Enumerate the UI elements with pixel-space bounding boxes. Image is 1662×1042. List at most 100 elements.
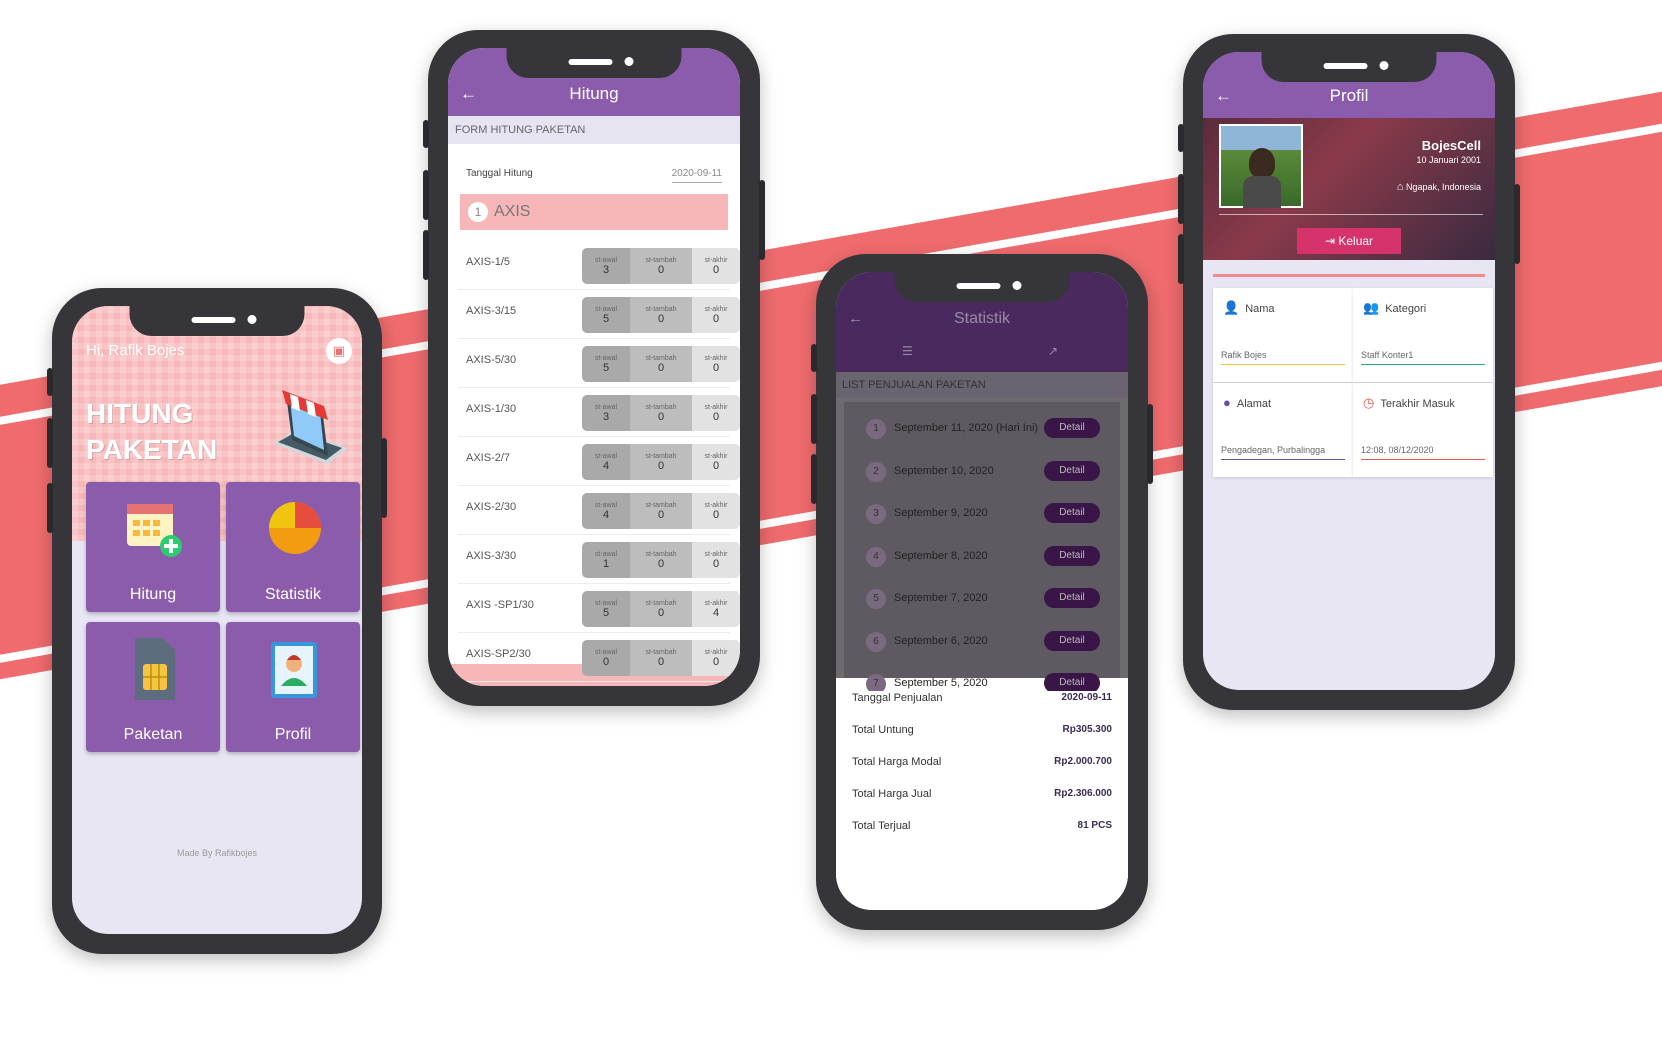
summary-row: Total Terjual 81 PCS: [852, 820, 1112, 852]
stock-input-st-awal[interactable]: st-awal 4: [582, 493, 630, 529]
stock-input-st-akhir[interactable]: st-akhir 4: [692, 591, 740, 627]
detail-button[interactable]: Detail: [1044, 418, 1100, 438]
stock-input-st-tambah[interactable]: st-tambah 0: [630, 542, 692, 578]
menu-tile-paketan[interactable]: Paketan: [86, 622, 220, 752]
row-number: 1: [866, 419, 886, 439]
stock-input-st-awal[interactable]: st-awal 3: [582, 248, 630, 284]
date-row: Tanggal Hitung 2020-09-11: [458, 160, 730, 194]
list-header: LIST PENJUALAN PAKETAN: [836, 372, 1128, 398]
stock-input-st-awal[interactable]: st-awal 5: [582, 591, 630, 627]
stock-input-st-awal[interactable]: st-awal 4: [582, 444, 630, 480]
stock-input-st-akhir[interactable]: st-akhir 0: [692, 297, 740, 333]
field-value[interactable]: Staff Konter1: [1361, 350, 1485, 365]
location-icon: ●: [1223, 395, 1231, 410]
stock-label: st-tambah: [645, 648, 677, 656]
list-tab-icon[interactable]: ☰: [902, 344, 913, 358]
tile-label: Statistik: [264, 586, 321, 603]
row-number: 3: [866, 504, 886, 524]
stock-label: st-awal: [594, 452, 618, 460]
sales-date: September 11, 2020 (Hari Ini): [894, 422, 1039, 434]
row-number: 4: [866, 546, 886, 567]
stock-cells: st-awal 4 st-tambah 0 st-akhir 0: [582, 444, 740, 480]
group-number: 1: [468, 202, 488, 222]
avatar[interactable]: [1219, 124, 1303, 208]
sales-row[interactable]: 5 September 7, 2020 Detail: [846, 578, 1118, 622]
stock-input-st-akhir[interactable]: st-akhir 0: [692, 640, 740, 676]
summary-value: Rp2.000.700: [1054, 756, 1112, 767]
stock-input-st-akhir[interactable]: st-akhir 0: [692, 542, 740, 578]
stock-value: 5: [602, 606, 610, 619]
stock-input-st-tambah[interactable]: st-tambah 0: [630, 640, 692, 676]
summary-sheet: Tanggal Penjualan 2020-09-11 Total Untung R…: [836, 678, 1128, 910]
stock-input-st-akhir[interactable]: st-akhir 0: [692, 493, 740, 529]
hero-title-line1: HITUNG: [86, 398, 194, 429]
field-header: ◷ Terakhir Masuk: [1363, 395, 1461, 411]
stock-input-st-akhir[interactable]: st-akhir 0: [692, 444, 740, 480]
menu-tile-profil[interactable]: Profil: [226, 622, 360, 752]
menu-tile-statistik[interactable]: Statistik: [226, 482, 360, 612]
sim-card-icon: [135, 638, 175, 700]
stock-cells: st-awal 5 st-tambah 0 st-akhir 4: [582, 591, 740, 627]
detail-button[interactable]: Detail: [1044, 673, 1100, 691]
stock-input-st-tambah[interactable]: st-tambah 0: [630, 248, 692, 284]
stock-input-st-akhir[interactable]: st-akhir 0: [692, 248, 740, 284]
detail-button[interactable]: Detail: [1044, 503, 1100, 523]
sales-row[interactable]: 7 September 5, 2020 Detail: [846, 663, 1118, 691]
stock-label: st-awal: [594, 256, 618, 264]
stock-input-st-tambah[interactable]: st-tambah 0: [630, 346, 692, 382]
sales-row[interactable]: 3 September 9, 2020 Detail: [846, 493, 1118, 537]
sales-date: September 9, 2020: [894, 507, 988, 519]
stock-input-st-akhir[interactable]: st-akhir 0: [692, 395, 740, 431]
summary-value: 2020-09-11: [1061, 692, 1112, 703]
stock-label: st-akhir: [704, 354, 728, 362]
sales-row[interactable]: 6 September 6, 2020 Detail: [846, 621, 1118, 665]
stock-value: 0: [657, 508, 665, 521]
detail-button[interactable]: Detail: [1044, 588, 1100, 608]
stock-input-st-akhir[interactable]: st-akhir 0: [692, 346, 740, 382]
stock-value: 0: [712, 410, 720, 423]
stock-label: st-tambah: [645, 256, 677, 264]
group-header-axis[interactable]: 1 AXIS: [460, 194, 728, 230]
field-label: Terakhir Masuk: [1380, 398, 1455, 410]
field-value[interactable]: Pengadegan, Purbalingga: [1221, 445, 1345, 460]
stock-input-st-tambah[interactable]: st-tambah 0: [630, 493, 692, 529]
stock-label: st-tambah: [645, 305, 677, 313]
sales-row[interactable]: 1 September 11, 2020 (Hari Ini) Detail: [846, 408, 1118, 452]
field-value[interactable]: Rafik Bojes: [1221, 350, 1345, 365]
stage: Hi, Rafik Bojes ▣ HITUNG PAKETAN Hitung …: [0, 0, 1662, 1042]
stock-value: 4: [712, 606, 720, 619]
sales-row[interactable]: 2 September 10, 2020 Detail: [846, 451, 1118, 495]
detail-button[interactable]: Detail: [1044, 460, 1100, 481]
chart-tab-icon[interactable]: ↗: [1048, 344, 1058, 358]
stock-label: st-akhir: [704, 501, 728, 509]
phone-statistik: ← Statistik ☰ ↗ LIST PENJUALAN PAKETAN T…: [811, 254, 1153, 930]
store-icon[interactable]: ▣: [326, 338, 352, 364]
location-text: Ngapak, Indonesia: [1405, 182, 1481, 192]
stock-label: st-akhir: [704, 305, 728, 313]
stock-input-st-awal[interactable]: st-awal 5: [582, 346, 630, 382]
stock-value: 3: [602, 410, 610, 423]
menu-tile-hitung[interactable]: Hitung: [86, 482, 220, 612]
stock-input-st-tambah[interactable]: st-tambah 0: [630, 395, 692, 431]
field-header: 👥 Kategori: [1363, 300, 1432, 316]
detail-button[interactable]: Detail: [1044, 545, 1100, 566]
stock-input-st-awal[interactable]: st-awal 3: [582, 395, 630, 431]
summary-row: Tanggal Penjualan 2020-09-11: [852, 692, 1112, 724]
package-row: AXIS-1/30 st-awal 3 st-tambah 0 st-akhir 0: [458, 385, 740, 437]
stock-input-st-tambah[interactable]: st-tambah 0: [630, 444, 692, 480]
summary-label: Total Terjual: [852, 820, 911, 832]
hitung-screen: ← Hitung FORM HITUNG PAKETAN Tanggal Hit…: [448, 48, 740, 686]
date-input[interactable]: 2020-09-11: [671, 168, 722, 183]
stock-input-st-tambah[interactable]: st-tambah 0: [630, 591, 692, 627]
stock-input-st-tambah[interactable]: st-tambah 0: [630, 297, 692, 333]
field-value[interactable]: 12:08, 08/12/2020: [1361, 445, 1485, 460]
stock-input-st-awal[interactable]: st-awal 1: [582, 542, 630, 578]
sales-row[interactable]: 4 September 8, 2020 Detail: [846, 536, 1118, 580]
logout-button[interactable]: ⇥ Keluar: [1297, 228, 1401, 254]
user-icon: 👤: [1223, 300, 1240, 315]
stock-label: st-tambah: [645, 403, 677, 411]
stock-input-st-awal[interactable]: st-awal 0: [582, 640, 630, 676]
stock-value: 0: [657, 312, 665, 325]
stock-input-st-awal[interactable]: st-awal 5: [582, 297, 630, 333]
detail-button[interactable]: Detail: [1044, 630, 1100, 651]
